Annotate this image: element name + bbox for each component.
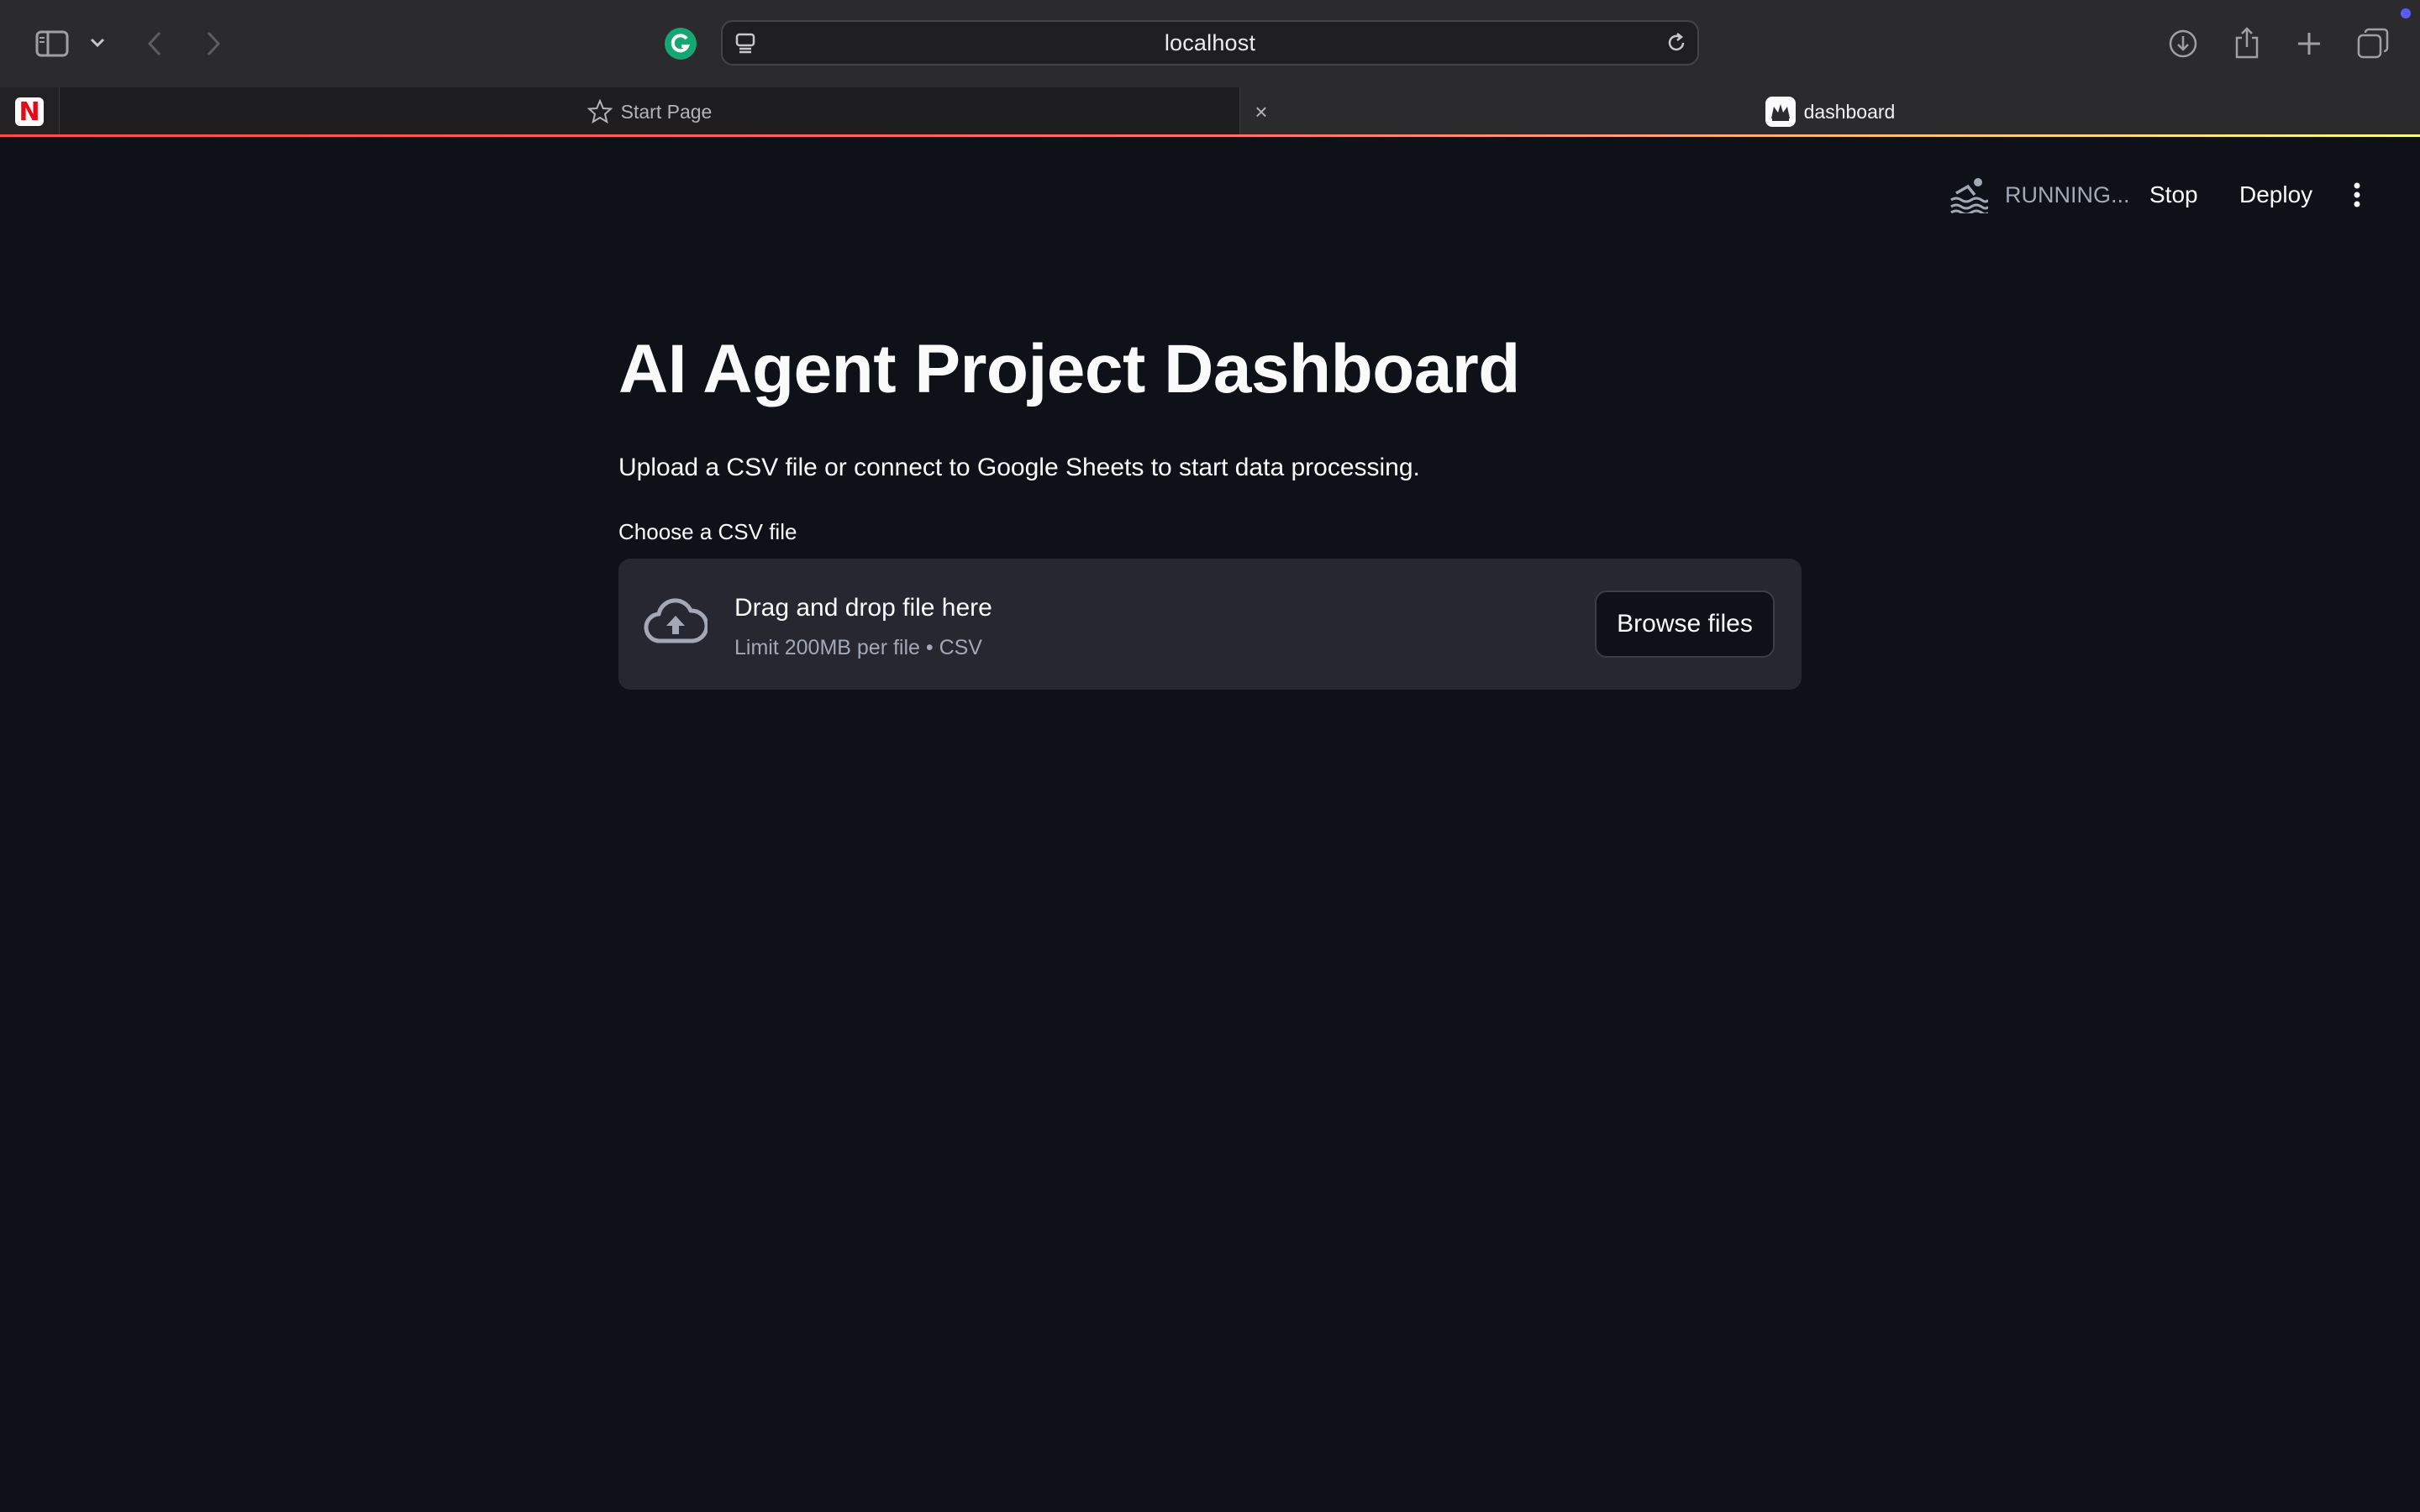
swimmer-icon [1950, 178, 1988, 213]
main-content: AI Agent Project Dashboard Upload a CSV … [618, 319, 1802, 690]
loading-bar [0, 134, 2420, 137]
uploader-label: Choose a CSV file [618, 519, 797, 544]
url-text: localhost [1164, 29, 1256, 55]
sidebar-toggle-icon[interactable] [34, 25, 71, 62]
close-tab-icon[interactable]: × [1249, 99, 1274, 124]
netflix-icon: N [15, 97, 44, 127]
back-icon[interactable] [139, 25, 170, 62]
dropzone-title: Drag and drop file here [734, 594, 992, 622]
cloud-upload-icon [644, 597, 709, 652]
star-icon [587, 99, 613, 124]
forward-icon[interactable] [198, 25, 229, 62]
stop-button[interactable]: Stop [2149, 176, 2198, 213]
tab-overview-icon[interactable] [2354, 25, 2391, 62]
main-menu-icon[interactable] [2344, 178, 2370, 212]
running-status: RUNNING... [1949, 176, 2130, 213]
tab-start-label: Start Page [620, 100, 713, 123]
new-tab-icon[interactable] [2292, 25, 2326, 62]
tab-dashboard-label: dashboard [1803, 100, 1896, 123]
chevron-down-icon[interactable] [87, 30, 108, 55]
page-subtitle: Upload a CSV file or connect to Google S… [618, 454, 1420, 481]
browser-toolbar: localhost [0, 0, 2420, 87]
reload-icon[interactable] [1664, 30, 1689, 55]
address-bar[interactable]: localhost [721, 20, 1699, 66]
tab-bar: N Start Page dashboard × [0, 87, 2420, 136]
page-title: AI Agent Project Dashboard [618, 331, 1520, 407]
browse-files-button[interactable]: Browse files [1595, 591, 1775, 658]
tab-dashboard[interactable]: dashboard [1240, 87, 2420, 136]
share-icon[interactable] [2230, 24, 2264, 62]
tab-pinned-netflix[interactable]: N [0, 87, 60, 136]
dropzone-limit: Limit 200MB per file • CSV [734, 636, 982, 659]
tab-start-page[interactable]: Start Page [60, 87, 1240, 136]
running-label: RUNNING... [2005, 181, 2130, 207]
notification-dot [2401, 8, 2411, 18]
download-icon[interactable] [2166, 25, 2200, 62]
streamlit-icon [1765, 97, 1796, 127]
grammarly-icon[interactable] [664, 27, 697, 60]
deploy-button[interactable]: Deploy [2239, 176, 2312, 213]
file-dropzone[interactable]: Drag and drop file here Limit 200MB per … [618, 559, 1802, 690]
